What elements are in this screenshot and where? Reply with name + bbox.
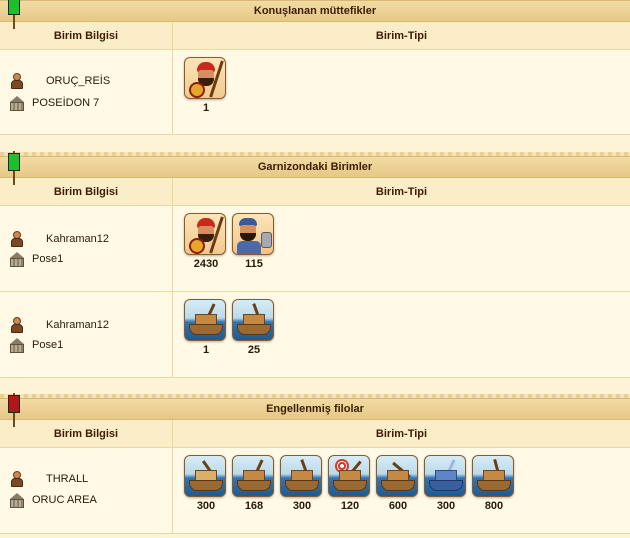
unit-item[interactable]: 2430 — [184, 213, 228, 291]
table-row: Kahraman12 Pose1 1 25 — [0, 292, 630, 378]
unit-info-cell: ORUÇ_REİS POSEİDON 7 — [0, 50, 173, 134]
unit-item[interactable]: 300 — [424, 455, 468, 533]
catapult-ship-icon — [232, 299, 274, 341]
city-icon — [8, 250, 26, 268]
section-header: Konuşlanan müttefikler — [0, 0, 630, 29]
catapult-ship-icon — [280, 455, 322, 497]
col-unit-info: Birim Bilgisi — [0, 22, 173, 49]
unit-count: 1 — [202, 344, 210, 356]
player-icon — [8, 230, 26, 248]
section-garrison-units: Garnizondaki Birimler Birim Bilgisi Biri… — [0, 151, 630, 378]
unit-count: 300 — [436, 500, 456, 512]
unit-count: 1 — [202, 102, 210, 114]
unit-count: 300 — [292, 500, 312, 512]
player-icon — [8, 72, 26, 90]
player-link[interactable]: THRALL — [46, 473, 88, 485]
table-row: Kahraman12 Pose1 2430 115 — [0, 206, 630, 292]
col-unit-info: Birim Bilgisi — [0, 178, 173, 205]
section-title: Engellenmiş filolar — [266, 403, 364, 415]
column-headers: Birim Bilgisi Birim-Tipi — [0, 22, 630, 50]
column-headers: Birim Bilgisi Birim-Tipi — [0, 420, 630, 448]
unit-info-cell: Kahraman12 Pose1 — [0, 206, 173, 291]
ram-ship-icon — [232, 455, 274, 497]
unit-count: 300 — [196, 500, 216, 512]
unit-info-cell: Kahraman12 Pose1 — [0, 292, 173, 377]
unit-count: 800 — [484, 500, 504, 512]
slinger-icon — [232, 213, 274, 255]
player-link[interactable]: ORUÇ_REİS — [46, 75, 110, 87]
unit-count: 120 — [340, 500, 360, 512]
col-unit-type: Birim-Tipi — [375, 30, 428, 42]
unit-item[interactable]: 1 — [184, 299, 228, 377]
unit-item[interactable]: 800 — [472, 455, 516, 533]
col-unit-type: Birim-Tipi — [375, 186, 428, 198]
unit-list: 2430 115 — [173, 206, 630, 291]
unit-item[interactable]: 168 — [232, 455, 276, 533]
unit-item[interactable]: 120 — [328, 455, 372, 533]
column-headers: Birim Bilgisi Birim-Tipi — [0, 178, 630, 206]
red-flag-icon — [6, 393, 22, 427]
city-icon — [8, 336, 26, 354]
city-icon — [8, 491, 26, 509]
city-link[interactable]: Pose1 — [32, 339, 63, 351]
section-blocked-fleets: Engellenmiş filolar Birim Bilgisi Birim-… — [0, 393, 630, 534]
fire-ship-icon — [424, 455, 466, 497]
unit-count: 2430 — [193, 258, 219, 270]
unit-info-cell: THRALL ORUC AREA — [0, 448, 173, 533]
player-icon — [8, 316, 26, 334]
unit-item[interactable]: 115 — [232, 213, 276, 291]
ballista-ship-icon — [376, 455, 418, 497]
green-flag-icon — [6, 0, 22, 29]
target-ship-icon — [328, 455, 370, 497]
section-header: Engellenmiş filolar — [0, 393, 630, 427]
player-icon — [8, 470, 26, 488]
unit-count: 25 — [247, 344, 261, 356]
unit-count: 600 — [388, 500, 408, 512]
ram-ship-icon — [184, 299, 226, 341]
section-title: Konuşlanan müttefikler — [253, 5, 377, 17]
city-link[interactable]: POSEİDON 7 — [32, 97, 99, 109]
section-title: Garnizondaki Birimler — [257, 161, 373, 173]
player-link[interactable]: Kahraman12 — [46, 233, 109, 245]
transport-ship-icon — [184, 455, 226, 497]
green-flag-icon — [6, 151, 22, 185]
hoplite-icon — [184, 57, 226, 99]
bireme-ship-icon — [472, 455, 514, 497]
unit-list: 1 — [173, 50, 630, 134]
unit-list: 1 25 — [173, 292, 630, 377]
col-unit-type: Birim-Tipi — [375, 428, 428, 440]
unit-item[interactable]: 25 — [232, 299, 276, 377]
table-row: THRALL ORUC AREA 300 168 300 120 600 300… — [0, 448, 630, 534]
unit-item[interactable]: 1 — [184, 57, 228, 134]
city-link[interactable]: Pose1 — [32, 253, 63, 265]
unit-item[interactable]: 300 — [280, 455, 324, 533]
col-unit-info: Birim Bilgisi — [0, 420, 173, 447]
unit-count: 115 — [245, 258, 263, 270]
table-row: ORUÇ_REİS POSEİDON 7 1 — [0, 50, 630, 135]
section-deployed-allies: Konuşlanan müttefikler Birim Bilgisi Bir… — [0, 0, 630, 135]
unit-list: 300 168 300 120 600 300 800 — [173, 448, 630, 533]
hoplite-icon — [184, 213, 226, 255]
player-link[interactable]: Kahraman12 — [46, 319, 109, 331]
unit-item[interactable]: 300 — [184, 455, 228, 533]
city-link[interactable]: ORUC AREA — [32, 494, 97, 506]
unit-count: 168 — [244, 500, 264, 512]
unit-item[interactable]: 600 — [376, 455, 420, 533]
city-icon — [8, 94, 26, 112]
section-header: Garnizondaki Birimler — [0, 151, 630, 185]
